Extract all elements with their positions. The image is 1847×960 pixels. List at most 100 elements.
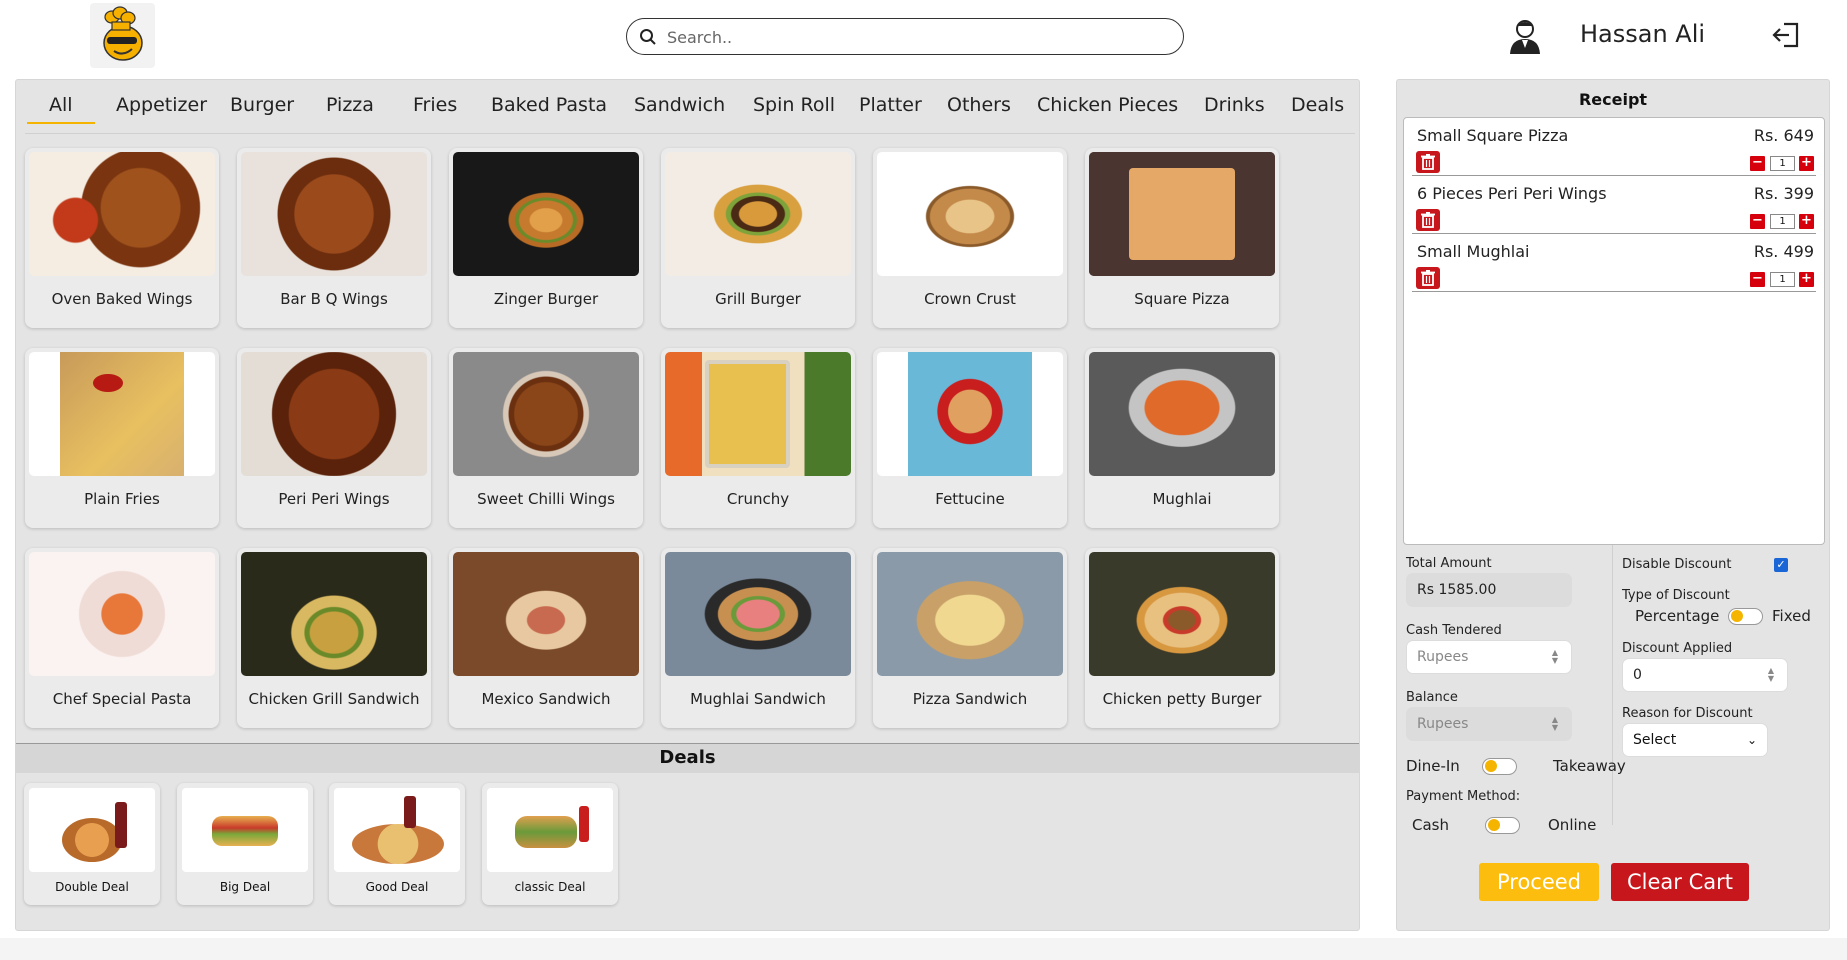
increase-qty-button[interactable]: +: [1799, 214, 1814, 229]
tab-spin-roll[interactable]: Spin Roll: [753, 94, 835, 116]
menu-item[interactable]: Chef Special Pasta: [25, 548, 219, 728]
menu-item[interactable]: Mughlai: [1085, 348, 1279, 528]
receipt-panel: Receipt Small Square Pizza Rs. 649 − 1 +…: [1396, 79, 1830, 931]
tab-all[interactable]: All: [27, 94, 95, 124]
menu-item[interactable]: Oven Baked Wings: [25, 148, 219, 328]
food-image: [1089, 152, 1275, 276]
menu-item[interactable]: Sweet Chilli Wings: [449, 348, 643, 528]
cash-tendered-label: Cash Tendered: [1406, 623, 1502, 638]
search-bar[interactable]: [626, 18, 1184, 55]
decrease-qty-button[interactable]: −: [1750, 272, 1765, 287]
payment-method-toggle[interactable]: [1485, 817, 1520, 834]
qty-input[interactable]: 1: [1770, 272, 1795, 287]
trash-icon[interactable]: [1416, 209, 1440, 231]
search-input[interactable]: [667, 25, 1167, 49]
takeaway-label: Takeaway: [1553, 757, 1626, 775]
item-name: Bar B Q Wings: [280, 290, 388, 308]
deal-item[interactable]: Good Deal: [329, 783, 465, 905]
tab-chicken-pieces[interactable]: Chicken Pieces: [1037, 94, 1178, 116]
menu-item[interactable]: Mughlai Sandwich: [661, 548, 855, 728]
tab-others[interactable]: Others: [947, 94, 1011, 116]
logo: [90, 3, 155, 68]
tab-pizza[interactable]: Pizza: [326, 94, 374, 116]
item-name: Mughlai Sandwich: [690, 690, 826, 708]
tab-baked-pasta[interactable]: Baked Pasta: [491, 94, 607, 116]
increase-qty-button[interactable]: +: [1799, 272, 1814, 287]
deal-image: [29, 788, 155, 872]
item-name: Grill Burger: [715, 290, 801, 308]
discount-applied-input[interactable]: 0 ▲ ▼: [1622, 658, 1788, 692]
food-image: [241, 352, 427, 476]
qty-input[interactable]: 1: [1770, 156, 1795, 171]
line-item-name: 6 Pieces Peri Peri Wings: [1417, 184, 1607, 203]
item-name: Crown Crust: [924, 290, 1016, 308]
item-name: Square Pizza: [1134, 290, 1230, 308]
stepper-icon[interactable]: ▲ ▼: [1765, 667, 1777, 683]
menu-item[interactable]: Zinger Burger: [449, 148, 643, 328]
deal-name: Big Deal: [219, 880, 271, 894]
tab-fries[interactable]: Fries: [413, 94, 457, 116]
food-image: [29, 552, 215, 676]
menu-item[interactable]: Chicken petty Burger: [1085, 548, 1279, 728]
food-image: [241, 552, 427, 676]
discount-type-toggle[interactable]: [1728, 608, 1763, 625]
disable-discount-label: Disable Discount: [1622, 557, 1732, 572]
line-item-name: Small Mughlai: [1417, 242, 1530, 261]
stepper-icon[interactable]: ▲ ▼: [1549, 649, 1561, 665]
decrease-qty-button[interactable]: −: [1750, 214, 1765, 229]
tab-drinks[interactable]: Drinks: [1204, 94, 1265, 116]
line-item-price: Rs. 399: [1753, 184, 1814, 203]
deal-item[interactable]: Big Deal: [177, 783, 313, 905]
footer-strip: [0, 938, 1847, 960]
item-name: Zinger Burger: [493, 290, 599, 308]
balance-placeholder: Rupees: [1417, 716, 1469, 732]
menu-item[interactable]: Grill Burger: [661, 148, 855, 328]
trash-icon[interactable]: [1416, 151, 1440, 173]
item-name: Chicken Grill Sandwich: [248, 690, 420, 708]
menu-item[interactable]: Crown Crust: [873, 148, 1067, 328]
tab-deals[interactable]: Deals: [1291, 94, 1344, 116]
reason-value: Select: [1633, 732, 1677, 748]
clear-cart-button[interactable]: Clear Cart: [1611, 863, 1749, 901]
deal-image: [182, 788, 308, 872]
menu-item[interactable]: Pizza Sandwich: [873, 548, 1067, 728]
food-image: [29, 352, 215, 476]
menu-item[interactable]: Plain Fries: [25, 348, 219, 528]
menu-item[interactable]: Crunchy: [661, 348, 855, 528]
menu-item[interactable]: Bar B Q Wings: [237, 148, 431, 328]
receipt-line: Small Square Pizza Rs. 649 − 1 +: [1412, 118, 1816, 176]
dine-in-label: Dine-In: [1406, 757, 1460, 775]
food-image: [241, 152, 427, 276]
cash-tendered-input[interactable]: Rupees ▲ ▼: [1406, 640, 1572, 674]
menu-item[interactable]: Mexico Sandwich: [449, 548, 643, 728]
deal-item[interactable]: classic Deal: [482, 783, 618, 905]
proceed-button[interactable]: Proceed: [1479, 863, 1599, 901]
tab-sandwich[interactable]: Sandwich: [634, 94, 725, 116]
tab-appetizer[interactable]: Appetizer: [116, 94, 207, 116]
tab-burger[interactable]: Burger: [230, 94, 294, 116]
qty-input[interactable]: 1: [1770, 214, 1795, 229]
increase-qty-button[interactable]: +: [1799, 156, 1814, 171]
deal-item[interactable]: Double Deal: [24, 783, 160, 905]
reason-select[interactable]: Select ⌄: [1622, 723, 1768, 757]
order-type-toggle[interactable]: [1482, 758, 1517, 775]
reason-for-discount-label: Reason for Discount: [1622, 706, 1753, 721]
receipt-line: 6 Pieces Peri Peri Wings Rs. 399 − 1 +: [1412, 176, 1816, 234]
menu-item[interactable]: Fettucine: [873, 348, 1067, 528]
menu-item[interactable]: Chicken Grill Sandwich: [237, 548, 431, 728]
total-amount-label: Total Amount: [1406, 556, 1492, 571]
item-name: Pizza Sandwich: [912, 690, 1028, 708]
tab-platter[interactable]: Platter: [859, 94, 922, 116]
menu-item[interactable]: Peri Peri Wings: [237, 348, 431, 528]
disable-discount-checkbox[interactable]: ✓: [1774, 558, 1788, 572]
food-image: [665, 152, 851, 276]
menu-item[interactable]: Square Pizza: [1085, 148, 1279, 328]
stepper-icon: ▲ ▼: [1551, 715, 1559, 732]
item-name: Sweet Chilli Wings: [477, 490, 615, 508]
logout-icon[interactable]: [1770, 19, 1802, 51]
trash-icon[interactable]: [1416, 267, 1440, 289]
deal-image: [334, 788, 460, 872]
username: Hassan Ali: [1580, 20, 1706, 48]
decrease-qty-button[interactable]: −: [1750, 156, 1765, 171]
item-name: Plain Fries: [84, 490, 160, 508]
